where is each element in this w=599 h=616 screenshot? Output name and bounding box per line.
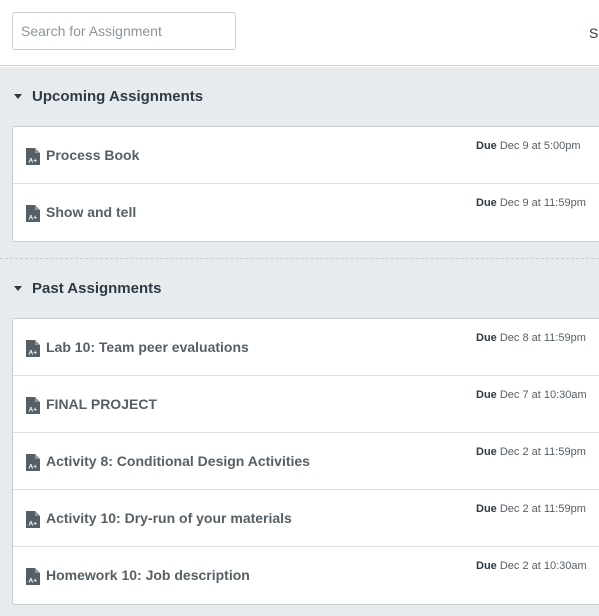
search-input[interactable] xyxy=(12,12,236,50)
due-label: Due xyxy=(476,197,497,209)
svg-text:A+: A+ xyxy=(29,464,38,471)
assignment-title[interactable]: Activity 10: Dry-run of your materials xyxy=(46,510,292,526)
group-header-upcoming[interactable]: Upcoming Assignments xyxy=(0,67,599,126)
assignment-due: Due Dec 7 at 10:30am xyxy=(476,389,587,401)
assignment-row[interactable]: A+ Activity 8: Conditional Design Activi… xyxy=(13,433,599,490)
due-date: Dec 2 at 10:30am xyxy=(499,560,587,572)
due-label: Due xyxy=(476,446,497,458)
assignment-title[interactable]: Lab 10: Team peer evaluations xyxy=(46,339,249,355)
show-by-toggle-label[interactable]: S xyxy=(589,25,598,41)
assignment-document-icon: A+ xyxy=(26,148,40,165)
assignment-document-icon: A+ xyxy=(26,340,40,357)
due-label: Due xyxy=(476,560,497,572)
svg-text:A+: A+ xyxy=(29,578,38,585)
assignment-row[interactable]: A+ Lab 10: Team peer evaluations Due Dec… xyxy=(13,319,599,376)
assignment-row[interactable]: A+ Process Book Due Dec 9 at 5:00pm xyxy=(13,127,599,184)
assignment-document-icon: A+ xyxy=(26,205,40,222)
assignment-document-icon: A+ xyxy=(26,454,40,471)
due-label: Due xyxy=(476,503,497,515)
svg-text:A+: A+ xyxy=(29,215,38,222)
group-header-past[interactable]: Past Assignments xyxy=(0,259,599,318)
due-date: Dec 9 at 5:00pm xyxy=(499,140,581,152)
assignment-group-upcoming: Upcoming Assignments A+ Process Book Due… xyxy=(0,67,599,259)
due-date: Dec 2 at 11:59pm xyxy=(499,503,586,515)
top-bar: S xyxy=(0,0,599,66)
due-label: Due xyxy=(476,389,497,401)
assignments-main: Upcoming Assignments A+ Process Book Due… xyxy=(0,67,599,616)
assignment-list: A+ Process Book Due Dec 9 at 5:00pm A+ S… xyxy=(12,126,599,242)
assignment-title[interactable]: Activity 8: Conditional Design Activitie… xyxy=(46,453,310,469)
assignment-list: A+ Lab 10: Team peer evaluations Due Dec… xyxy=(12,318,599,605)
assignment-row[interactable]: A+ Activity 10: Dry-run of your material… xyxy=(13,490,599,547)
due-date: Dec 7 at 10:30am xyxy=(499,389,587,401)
assignment-document-icon: A+ xyxy=(26,568,40,585)
assignment-due: Due Dec 9 at 11:59pm xyxy=(476,197,586,209)
assignment-row[interactable]: A+ Homework 10: Job description Due Dec … xyxy=(13,547,599,604)
svg-text:A+: A+ xyxy=(29,521,38,528)
due-date: Dec 9 at 11:59pm xyxy=(499,197,586,209)
assignment-due: Due Dec 8 at 11:59pm xyxy=(476,332,586,344)
assignment-group-past: Past Assignments A+ Lab 10: Team peer ev… xyxy=(0,259,599,605)
caret-down-icon[interactable] xyxy=(14,286,22,291)
assignment-title[interactable]: FINAL PROJECT xyxy=(46,396,157,412)
assignment-document-icon: A+ xyxy=(26,511,40,528)
assignment-due: Due Dec 2 at 10:30am xyxy=(476,560,587,572)
group-title: Upcoming Assignments xyxy=(32,88,204,105)
assignment-title[interactable]: Homework 10: Job description xyxy=(46,567,250,583)
due-label: Due xyxy=(476,332,497,344)
svg-text:A+: A+ xyxy=(29,158,38,165)
assignment-due: Due Dec 9 at 5:00pm xyxy=(476,140,581,152)
assignment-title[interactable]: Show and tell xyxy=(46,204,136,220)
svg-text:A+: A+ xyxy=(29,407,38,414)
due-date: Dec 2 at 11:59pm xyxy=(499,446,586,458)
caret-down-icon[interactable] xyxy=(14,94,22,99)
svg-text:A+: A+ xyxy=(29,350,38,357)
group-title: Past Assignments xyxy=(32,280,162,297)
assignment-document-icon: A+ xyxy=(26,397,40,414)
assignment-due: Due Dec 2 at 11:59pm xyxy=(476,503,586,515)
assignment-row[interactable]: A+ FINAL PROJECT Due Dec 7 at 10:30am xyxy=(13,376,599,433)
due-label: Due xyxy=(476,140,497,152)
assignment-title[interactable]: Process Book xyxy=(46,147,139,163)
assignment-due: Due Dec 2 at 11:59pm xyxy=(476,446,586,458)
due-date: Dec 8 at 11:59pm xyxy=(499,332,586,344)
assignment-row[interactable]: A+ Show and tell Due Dec 9 at 11:59pm xyxy=(13,184,599,241)
